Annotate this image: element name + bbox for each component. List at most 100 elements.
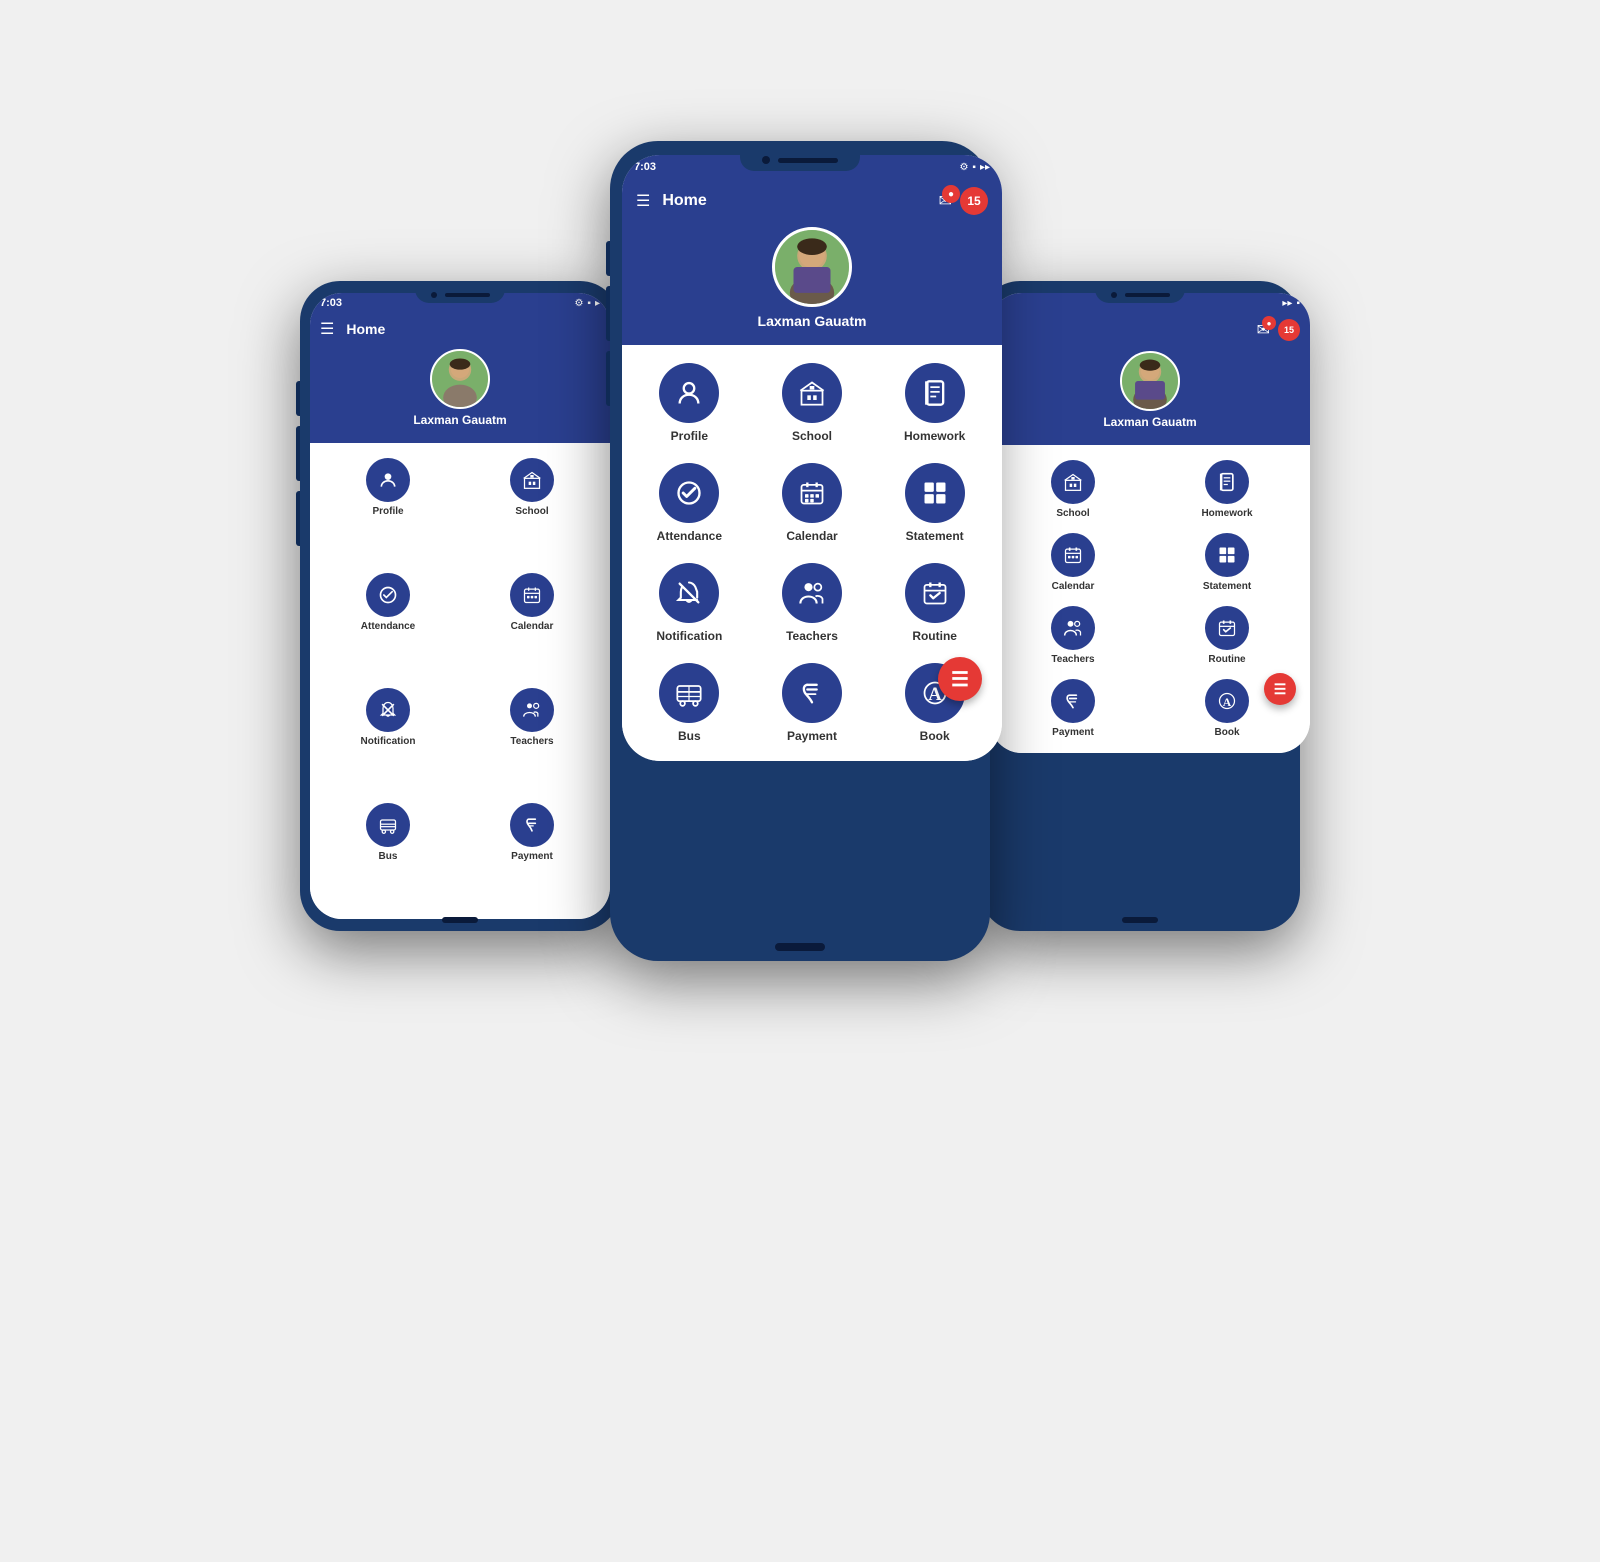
- menu-grid-right: School Homewor: [990, 445, 1310, 753]
- menu-item-payment-center[interactable]: Payment: [753, 655, 872, 751]
- menu-label-attendance-left: Attendance: [361, 621, 415, 632]
- menu-label-routine-center: Routine: [912, 629, 957, 643]
- mail-icon-wrap-center[interactable]: ✉ ●: [939, 191, 952, 211]
- menu-item-notification-left[interactable]: Notification: [318, 683, 458, 794]
- menu-label-statement-right: Statement: [1203, 581, 1251, 592]
- header-icons-right: ✉ ● 15: [1257, 319, 1300, 341]
- menu-label-statement-center: Statement: [906, 529, 964, 543]
- menu-label-calendar-left: Calendar: [511, 621, 554, 632]
- menu-label-routine-right: Routine: [1208, 654, 1245, 665]
- notif-icon-wrap-center[interactable]: 15: [960, 187, 988, 215]
- menu-item-homework-center[interactable]: Homework: [875, 355, 994, 451]
- menu-item-statement-right[interactable]: Statement: [1152, 528, 1302, 597]
- menu-item-homework-right[interactable]: Homework: [1152, 455, 1302, 524]
- menu-item-attendance-left[interactable]: Attendance: [318, 568, 458, 679]
- phones-container: 7:03 ⚙ ▪ ▸ ☰ Home: [250, 81, 1350, 1481]
- menu-grid-left: Profile School: [310, 443, 610, 919]
- menu-label-attendance-center: Attendance: [657, 529, 722, 543]
- menu-label-calendar-center: Calendar: [786, 529, 837, 543]
- menu-item-teachers-center[interactable]: Teachers: [753, 555, 872, 651]
- mail-icon-wrap-right[interactable]: ✉ ●: [1257, 320, 1270, 340]
- phone-left: 7:03 ⚙ ▪ ▸ ☰ Home: [300, 281, 620, 931]
- menu-label-profile-left: Profile: [372, 506, 403, 517]
- menu-label-book-right: Book: [1215, 727, 1240, 738]
- status-time-left: 7:03: [320, 297, 342, 309]
- menu-label-homework-center: Homework: [904, 429, 965, 443]
- menu-label-notification-center: Notification: [656, 629, 722, 643]
- battery-icon-center: ▪: [972, 162, 976, 173]
- menu-item-calendar-left[interactable]: Calendar: [462, 568, 602, 679]
- menu-item-school-right[interactable]: School: [998, 455, 1148, 524]
- app-header-left: ☰ Home: [310, 313, 610, 345]
- menu-item-payment-left[interactable]: Payment: [462, 798, 602, 909]
- avatar-right: [1120, 351, 1180, 411]
- profile-section-left: Laxman Gauatm: [310, 345, 610, 443]
- hamburger-icon-center[interactable]: ☰: [636, 191, 650, 211]
- menu-item-routine-center[interactable]: Routine: [875, 555, 994, 651]
- battery-icon-left: ▪: [587, 298, 591, 309]
- notif-icon-wrap-right[interactable]: 15: [1278, 319, 1300, 341]
- menu-item-bus-center[interactable]: Bus: [630, 655, 749, 751]
- menu-label-calendar-right: Calendar: [1052, 581, 1095, 592]
- notif-count-right: 15: [1284, 325, 1294, 335]
- menu-label-school-left: School: [515, 506, 548, 517]
- menu-label-payment-center: Payment: [787, 729, 837, 743]
- avatar-center: [772, 227, 852, 307]
- menu-item-calendar-right[interactable]: Calendar: [998, 528, 1148, 597]
- profile-name-left: Laxman Gauatm: [413, 413, 506, 427]
- menu-label-book-center: Book: [920, 729, 950, 743]
- profile-section-center: Laxman Gauatm: [622, 223, 1002, 345]
- profile-name-right: Laxman Gauatm: [1103, 415, 1196, 429]
- battery-icon-right: ▪: [1296, 298, 1300, 309]
- app-header-center: ☰ Home ✉ ● 15: [622, 179, 1002, 223]
- menu-item-payment-right[interactable]: Payment: [998, 674, 1148, 743]
- header-title-center: Home: [662, 192, 926, 210]
- menu-item-bus-left[interactable]: Bus: [318, 798, 458, 909]
- fab-center[interactable]: ☰: [938, 657, 982, 701]
- menu-label-profile-center: Profile: [671, 429, 708, 443]
- menu-label-notification-left: Notification: [361, 736, 416, 747]
- status-icons-right: ▸▸ ▪: [1282, 298, 1300, 309]
- gear-icon-left: ⚙: [574, 298, 583, 309]
- header-title-left: Home: [346, 321, 600, 337]
- header-icons-center: ✉ ● 15: [939, 187, 988, 215]
- fab-right[interactable]: ☰: [1264, 673, 1296, 705]
- wifi-icon-left: ▸: [595, 298, 600, 309]
- menu-label-teachers-center: Teachers: [786, 629, 838, 643]
- gear-icon-center: ⚙: [959, 162, 968, 173]
- menu-label-payment-right: Payment: [1052, 727, 1094, 738]
- menu-item-school-center[interactable]: School: [753, 355, 872, 451]
- menu-item-statement-center[interactable]: Statement: [875, 455, 994, 551]
- menu-item-calendar-center[interactable]: Calendar: [753, 455, 872, 551]
- menu-label-school-center: School: [792, 429, 832, 443]
- notif-count-center: 15: [967, 194, 980, 208]
- menu-item-profile-center[interactable]: Profile: [630, 355, 749, 451]
- menu-item-profile-left[interactable]: Profile: [318, 453, 458, 564]
- menu-label-bus-left: Bus: [379, 851, 398, 862]
- hamburger-icon-left[interactable]: ☰: [320, 319, 334, 339]
- menu-item-routine-right[interactable]: Routine: [1152, 601, 1302, 670]
- status-icons-center: ⚙ ▪ ▸▸: [959, 162, 990, 173]
- phone-right: ▸▸ ▪ ✉ ● 15: [980, 281, 1300, 931]
- menu-label-homework-right: Homework: [1201, 508, 1252, 519]
- status-icons-left: ⚙ ▪ ▸: [574, 298, 600, 309]
- menu-grid-center: Profile School: [622, 345, 1002, 761]
- menu-label-teachers-right: Teachers: [1051, 654, 1094, 665]
- menu-item-school-left[interactable]: School: [462, 453, 602, 564]
- menu-item-teachers-left[interactable]: Teachers: [462, 683, 602, 794]
- menu-label-teachers-left: Teachers: [510, 736, 553, 747]
- menu-label-payment-left: Payment: [511, 851, 553, 862]
- avatar-left: [430, 349, 490, 409]
- wifi-icon-right: ▸▸: [1282, 298, 1292, 309]
- notification-badge-center: ●: [942, 185, 960, 203]
- profile-section-right: Laxman Gauatm: [990, 347, 1310, 445]
- signal-icon-center: ▸▸: [980, 162, 990, 173]
- menu-item-attendance-center[interactable]: Attendance: [630, 455, 749, 551]
- menu-item-notification-center[interactable]: Notification: [630, 555, 749, 651]
- menu-item-teachers-right[interactable]: Teachers: [998, 601, 1148, 670]
- profile-name-center: Laxman Gauatm: [758, 313, 867, 329]
- menu-label-bus-center: Bus: [678, 729, 701, 743]
- status-time-center: 7:03: [634, 161, 656, 173]
- phone-center: 7:03 ⚙ ▪ ▸▸ ☰ Home ✉ ●: [610, 141, 990, 961]
- app-header-right: ✉ ● 15: [990, 313, 1310, 347]
